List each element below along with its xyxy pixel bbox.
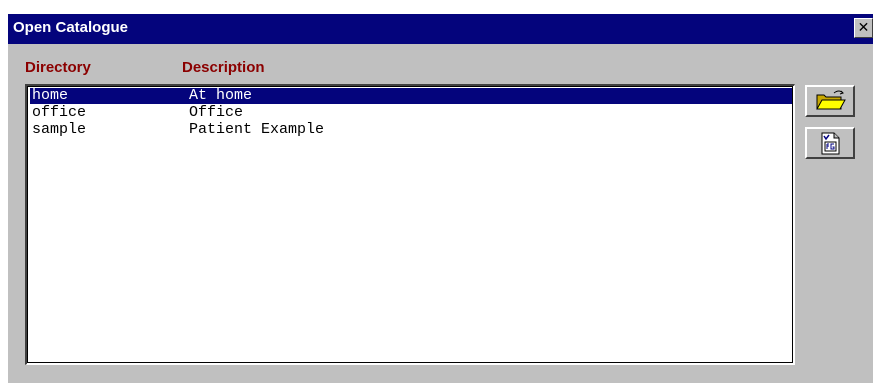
- column-header-directory: Directory: [25, 59, 91, 76]
- close-icon: ✕: [857, 20, 870, 36]
- close-button[interactable]: ✕: [854, 18, 873, 38]
- catalogue-file-button[interactable]: [805, 127, 855, 159]
- open-folder-icon: [816, 90, 846, 110]
- list-item-directory: office: [32, 104, 87, 121]
- catalogue-file-icon: [821, 132, 840, 155]
- title-bar[interactable]: Open Catalogue ✕: [8, 14, 873, 44]
- list-item[interactable]: sample Patient Example: [30, 122, 792, 138]
- list-item-directory: home: [32, 87, 69, 104]
- list-item[interactable]: office Office: [30, 105, 792, 121]
- open-folder-button[interactable]: [805, 85, 855, 117]
- list-item-description: Patient Example: [189, 121, 325, 138]
- list-item[interactable]: home At home: [30, 88, 792, 104]
- window-title: Open Catalogue: [13, 19, 129, 36]
- list-item-directory: sample: [32, 121, 87, 138]
- column-header-description: Description: [182, 59, 265, 76]
- open-catalogue-dialog: Open Catalogue ✕ Directory Description h…: [8, 14, 873, 383]
- list-item-description: Office: [189, 104, 244, 121]
- catalogue-list[interactable]: home At home office Office sample Patien…: [25, 84, 795, 365]
- list-item-description: At home: [189, 87, 253, 104]
